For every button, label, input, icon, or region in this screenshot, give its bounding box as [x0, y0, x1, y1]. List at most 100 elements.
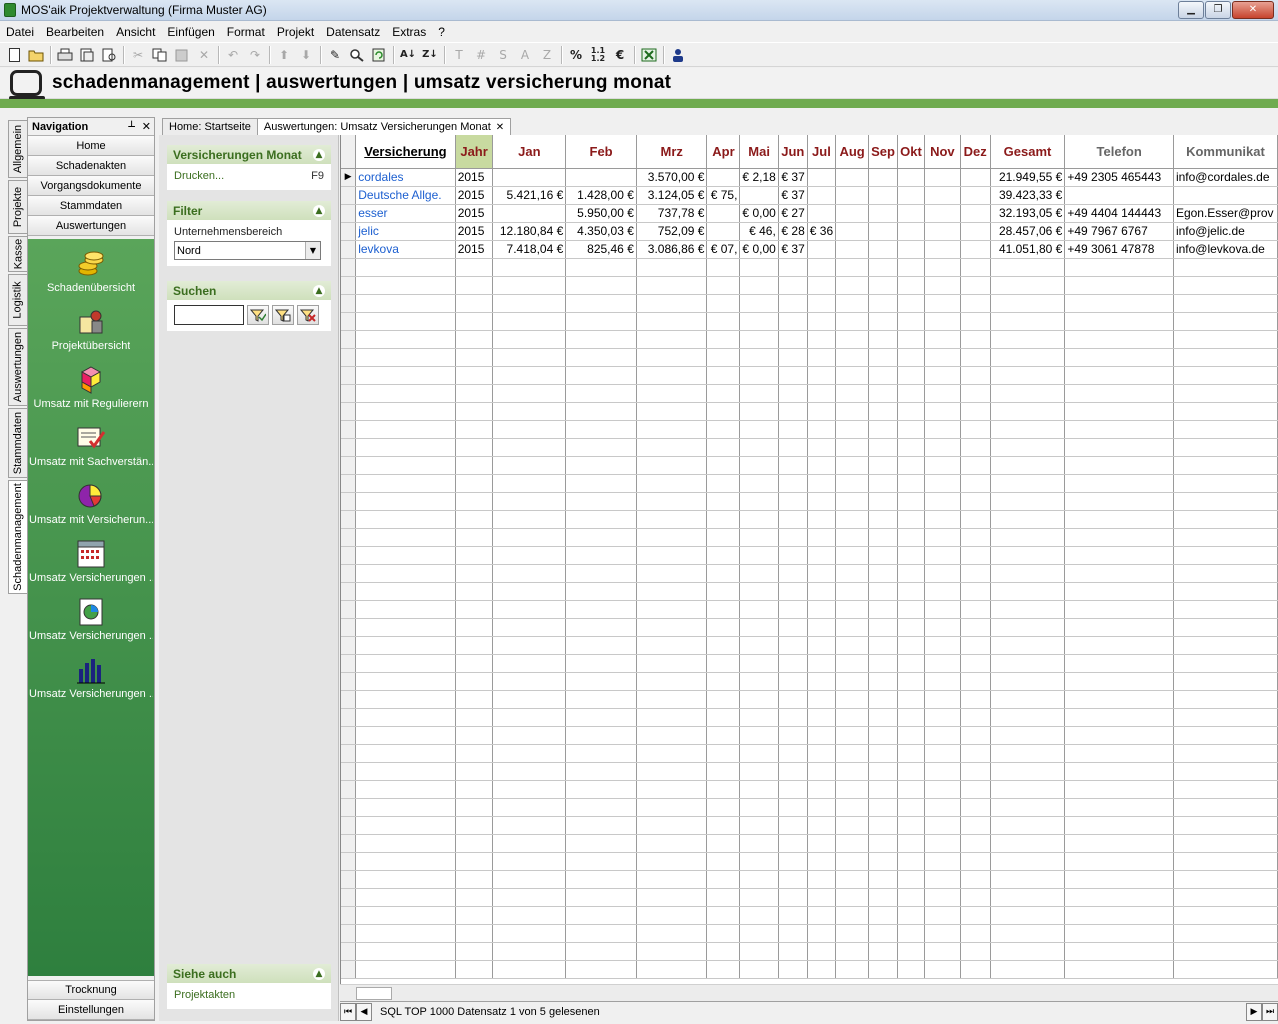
row-selector[interactable] [341, 510, 357, 529]
col-header-jul[interactable]: Jul [807, 135, 837, 169]
row-selector[interactable] [341, 474, 357, 493]
data-grid[interactable]: Versicherung Jahr Jan Feb Mrz Apr Mai Ju… [340, 135, 1278, 1000]
row-selector[interactable] [341, 276, 357, 295]
row-selector[interactable] [341, 798, 357, 817]
row-selector[interactable] [341, 600, 357, 619]
copy-icon[interactable] [149, 44, 171, 66]
col-header-dez[interactable]: Dez [960, 135, 991, 169]
menu-format[interactable]: Format [221, 25, 271, 39]
nav-stammdaten-button[interactable]: Stammdaten [28, 196, 154, 216]
row-selector[interactable] [341, 240, 357, 259]
tab-umsatz-versicherungen-monat[interactable]: Auswertungen: Umsatz Versicherungen Mona… [256, 118, 512, 135]
search-execute-icon[interactable] [247, 305, 269, 325]
tile-umsatz-versicherungen-3[interactable]: Umsatz Versicherungen ... [28, 595, 154, 651]
decimal-icon[interactable]: 1.1 1.2 [587, 44, 609, 66]
row-selector[interactable] [341, 564, 357, 583]
row-selector[interactable] [341, 384, 357, 403]
print-icon[interactable] [54, 44, 76, 66]
table-row[interactable]: Deutsche Allge. 2015 5.421,16 €1.428,00 €3… [341, 186, 1278, 205]
restore-button[interactable]: ❐ [1205, 1, 1231, 19]
dropdown-arrow-icon[interactable]: ▼ [305, 242, 320, 259]
row-selector[interactable] [341, 258, 357, 277]
vtab-projekte[interactable]: Projekte [8, 180, 27, 234]
count-field-button[interactable]: Z [536, 44, 558, 66]
close-button[interactable]: ✕ [1232, 1, 1274, 19]
table-row[interactable]: jelic 2015 12.180,84 €4.350,03 €752,09 € ,4… [341, 222, 1278, 241]
tab-close-icon[interactable]: ✕ [496, 122, 504, 133]
row-selector[interactable] [341, 492, 357, 511]
nav-einstellungen-button[interactable]: Einstellungen [28, 1000, 154, 1020]
row-selector[interactable] [341, 672, 357, 691]
row-selector[interactable] [341, 312, 357, 331]
col-header-versicherung[interactable]: Versicherung [355, 135, 456, 169]
vtab-auswertungen[interactable]: Auswertungen [8, 328, 27, 406]
currency-icon[interactable]: € [609, 44, 631, 66]
menu-ansicht[interactable]: Ansicht [110, 25, 161, 39]
row-selector[interactable] [341, 960, 357, 979]
col-header-okt[interactable]: Okt [897, 135, 925, 169]
row-selector[interactable] [341, 654, 357, 673]
row-selector[interactable] [341, 780, 357, 799]
col-header-aug[interactable]: Aug [835, 135, 870, 169]
row-selector-header[interactable] [341, 135, 357, 169]
menu-bearbeiten[interactable]: Bearbeiten [40, 25, 110, 39]
previous-record-icon[interactable]: ◀ [356, 1002, 372, 1021]
row-selector[interactable] [341, 636, 357, 655]
last-record-icon[interactable]: ⏭ [1262, 1002, 1278, 1021]
col-header-kommunikation[interactable]: Kommunikat [1173, 135, 1278, 169]
search-clear-icon[interactable] [297, 305, 319, 325]
row-selector[interactable] [341, 204, 357, 223]
col-header-jun[interactable]: Jun [778, 135, 808, 169]
row-selector[interactable] [341, 816, 357, 835]
row-selector[interactable] [341, 942, 357, 961]
row-selector[interactable] [341, 690, 357, 709]
col-header-sep[interactable]: Sep [868, 135, 898, 169]
projektakten-link[interactable]: Projektakten [174, 987, 324, 1003]
paste-icon[interactable] [171, 44, 193, 66]
tile-umsatz-versicherungen-4[interactable]: Umsatz Versicherungen ... [28, 653, 154, 709]
row-selector[interactable] [341, 852, 357, 871]
group-header[interactable]: Filter ▲ [167, 201, 331, 220]
sort-descending-icon[interactable]: Z↓ [419, 44, 441, 66]
print-link[interactable]: Drucken... F9 [174, 168, 324, 184]
undo-icon[interactable]: ↶ [222, 44, 244, 66]
page-preview-icon[interactable] [98, 44, 120, 66]
nav-vorgangsdokumente-button[interactable]: Vorgangsdokumente [28, 176, 154, 196]
col-header-apr[interactable]: Apr [706, 135, 741, 169]
excel-export-icon[interactable] [638, 44, 660, 66]
nav-auswertungen-button[interactable]: Auswertungen [28, 216, 154, 236]
row-selector[interactable] [341, 744, 357, 763]
group-header[interactable]: Siehe auch ▲ [167, 964, 331, 983]
col-header-nov[interactable]: Nov [924, 135, 961, 169]
menu-projekt[interactable]: Projekt [271, 25, 320, 39]
table-row[interactable]: levkova 2015 7.418,04 €825,46 €3.086,86 €,… [341, 240, 1278, 259]
col-header-feb[interactable]: Feb [565, 135, 637, 169]
move-down-icon[interactable]: ⬇ [295, 44, 317, 66]
menu-einfuegen[interactable]: Einfügen [161, 25, 220, 39]
table-cell[interactable]: esser [355, 204, 456, 223]
row-selector[interactable] [341, 708, 357, 727]
move-up-icon[interactable]: ⬆ [273, 44, 295, 66]
first-record-icon[interactable]: ⏮ [340, 1002, 356, 1021]
menu-datensatz[interactable]: Datensatz [320, 25, 386, 39]
text-field-button[interactable]: T [448, 44, 470, 66]
horizontal-scrollbar[interactable] [340, 984, 1278, 1001]
row-selector[interactable] [341, 582, 357, 601]
minimize-button[interactable]: ▁ [1178, 1, 1204, 19]
menu-help[interactable]: ? [432, 25, 451, 39]
nav-trocknung-button[interactable]: Trocknung [28, 980, 154, 1000]
tile-umsatz-versicherungen-2[interactable]: Umsatz Versicherungen ... [28, 537, 154, 593]
nav-home-button[interactable]: Home [28, 136, 154, 156]
group-header[interactable]: Suchen ▲ [167, 281, 331, 300]
row-selector[interactable] [341, 438, 357, 457]
search-options-icon[interactable] [272, 305, 294, 325]
average-field-button[interactable]: A [514, 44, 536, 66]
row-selector[interactable] [341, 618, 357, 637]
collapse-chevron-icon[interactable]: ▲ [313, 967, 325, 980]
number-field-button[interactable]: # [470, 44, 492, 66]
tab-home-startseite[interactable]: Home: Startseite [162, 118, 258, 135]
tile-umsatz-versicherungen-1[interactable]: Umsatz mit Versicherun... [28, 479, 154, 535]
col-header-jan[interactable]: Jan [492, 135, 567, 169]
row-selector[interactable] [341, 294, 357, 313]
user-icon[interactable] [667, 44, 689, 66]
